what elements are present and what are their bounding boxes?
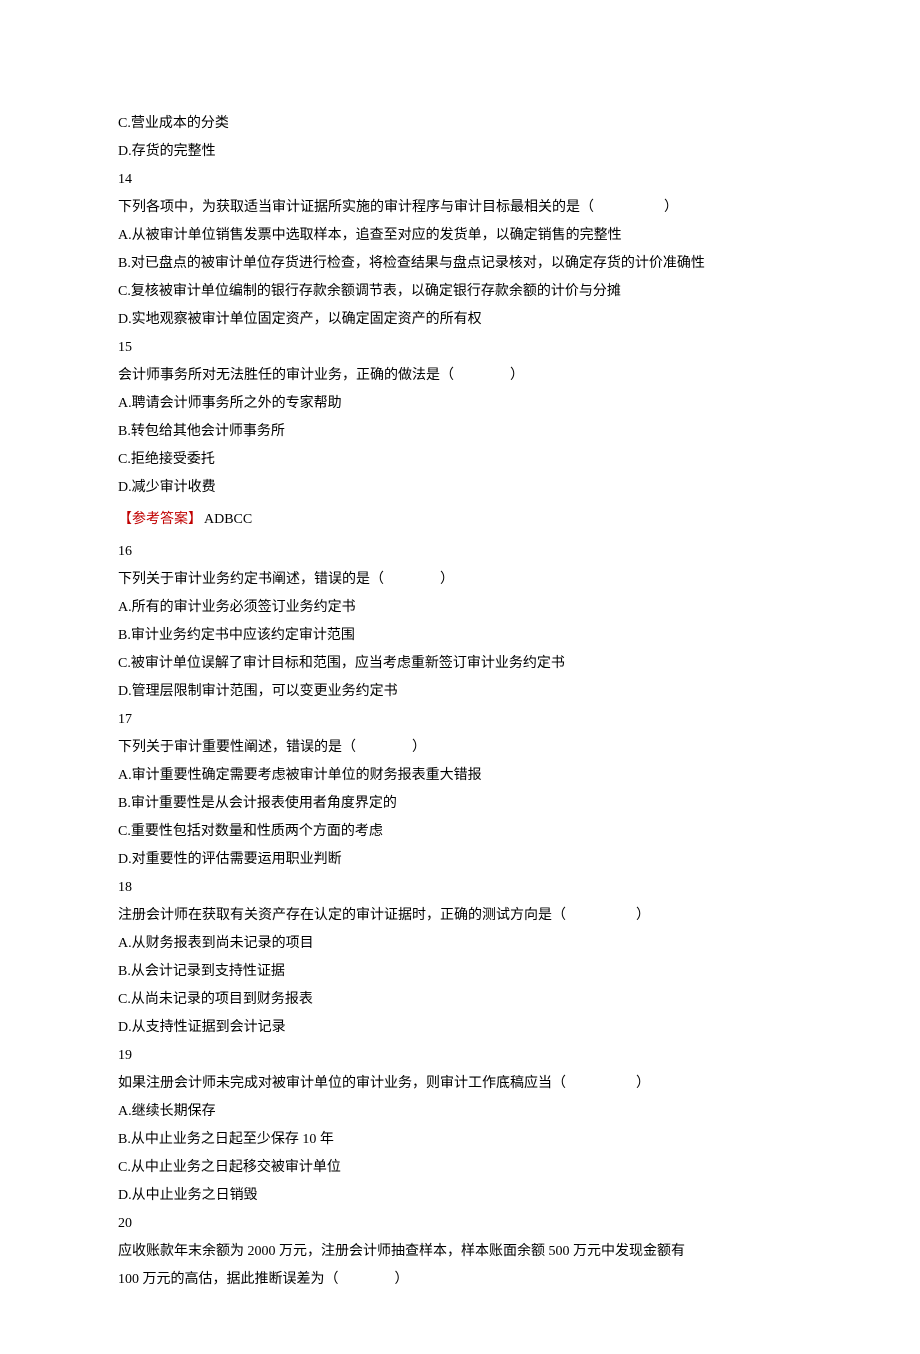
q14-option-c: C.复核被审计单位编制的银行存款余额调节表，以确定银行存款余额的计价与分摊 [118,278,802,306]
q15-option-c: C.拒绝接受委托 [118,446,802,474]
q16-option-d: D.管理层限制审计范围，可以变更业务约定书 [118,678,802,706]
q17-option-d: D.对重要性的评估需要运用职业判断 [118,846,802,874]
q17-option-b: B.审计重要性是从会计报表使用者角度界定的 [118,790,802,818]
q18-option-c: C.从尚未记录的项目到财务报表 [118,986,802,1014]
answer-label: 【参考答案】 [118,512,202,527]
q16-option-b: B.审计业务约定书中应该约定审计范围 [118,622,802,650]
q16-stem: 下列关于审计业务约定书阐述，错误的是（ ） [118,566,802,594]
q17-option-a: A.审计重要性确定需要考虑被审计单位的财务报表重大错报 [118,762,802,790]
q15-option-d: D.减少审计收费 [118,474,802,502]
q18-option-b: B.从会计记录到支持性证据 [118,958,802,986]
q14-option-d: D.实地观察被审计单位固定资产，以确定固定资产的所有权 [118,306,802,334]
q20-stem-line2: 100 万元的高估，据此推断误差为（ ） [118,1266,802,1294]
q19-number: 19 [118,1042,802,1070]
q15-number: 15 [118,334,802,362]
q15-option-a: A.聘请会计师事务所之外的专家帮助 [118,390,802,418]
q15-stem: 会计师事务所对无法胜任的审计业务，正确的做法是（ ） [118,362,802,390]
q13-option-c: C.营业成本的分类 [118,110,802,138]
q18-number: 18 [118,874,802,902]
answer-block-1: 【参考答案】ADBCC [118,506,802,534]
q19-option-d: D.从中止业务之日销毁 [118,1182,802,1210]
q17-number: 17 [118,706,802,734]
q17-stem: 下列关于审计重要性阐述，错误的是（ ） [118,734,802,762]
q19-option-a: A.继续长期保存 [118,1098,802,1126]
q20-number: 20 [118,1210,802,1238]
q18-option-d: D.从支持性证据到会计记录 [118,1014,802,1042]
q16-option-c: C.被审计单位误解了审计目标和范围，应当考虑重新签订审计业务约定书 [118,650,802,678]
q17-option-c: C.重要性包括对数量和性质两个方面的考虑 [118,818,802,846]
q18-stem: 注册会计师在获取有关资产存在认定的审计证据时，正确的测试方向是（ ） [118,902,802,930]
q15-option-b: B.转包给其他会计师事务所 [118,418,802,446]
q20-stem-line1: 应收账款年末余额为 2000 万元，注册会计师抽查样本，样本账面余额 500 万… [118,1238,802,1266]
q18-option-a: A.从财务报表到尚未记录的项目 [118,930,802,958]
document-page: C.营业成本的分类 D.存货的完整性 14 下列各项中，为获取适当审计证据所实施… [0,0,920,1354]
q16-option-a: A.所有的审计业务必须签订业务约定书 [118,594,802,622]
q19-stem: 如果注册会计师未完成对被审计单位的审计业务，则审计工作底稿应当（ ） [118,1070,802,1098]
q14-stem: 下列各项中，为获取适当审计证据所实施的审计程序与审计目标最相关的是（ ） [118,194,802,222]
q19-option-b: B.从中止业务之日起至少保存 10 年 [118,1126,802,1154]
answer-key: ADBCC [204,512,252,527]
q14-number: 14 [118,166,802,194]
q19-option-c: C.从中止业务之日起移交被审计单位 [118,1154,802,1182]
q14-option-b: B.对已盘点的被审计单位存货进行检查，将检查结果与盘点记录核对，以确定存货的计价… [118,250,802,278]
q13-option-d: D.存货的完整性 [118,138,802,166]
q16-number: 16 [118,538,802,566]
q14-option-a: A.从被审计单位销售发票中选取样本，追查至对应的发货单，以确定销售的完整性 [118,222,802,250]
